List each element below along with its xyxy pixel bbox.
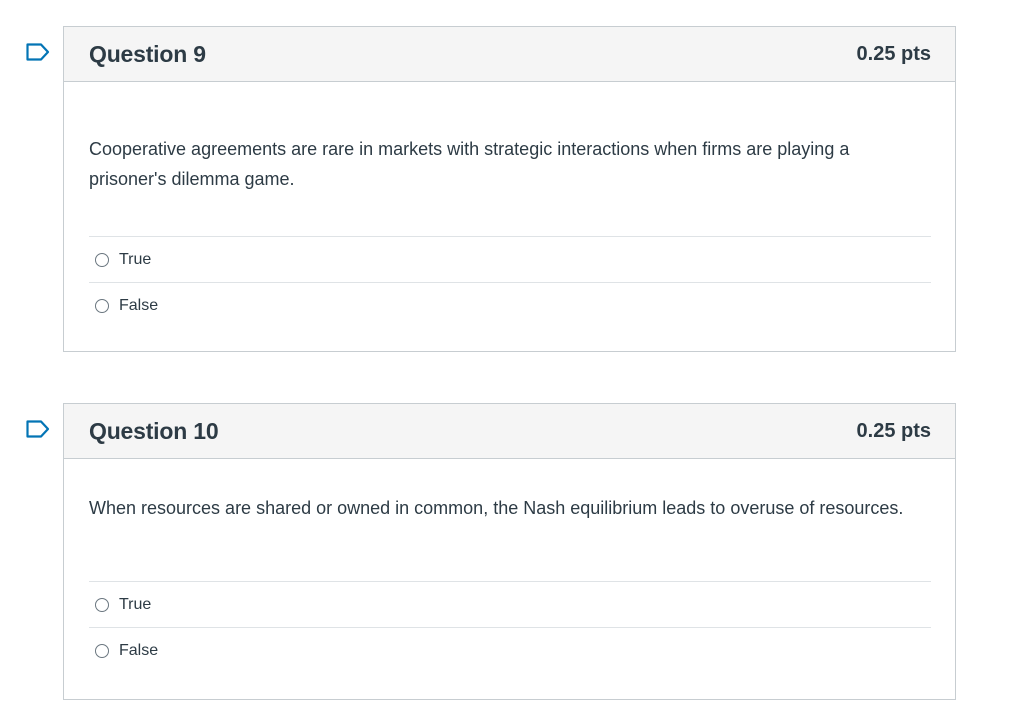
answer-option-true[interactable]: True	[89, 582, 931, 628]
radio-button[interactable]	[95, 299, 109, 313]
question-body: Cooperative agreements are rare in marke…	[64, 82, 955, 329]
answer-label[interactable]: True	[119, 251, 151, 269]
question-card-9: Question 9 0.25 pts Cooperative agreemen…	[26, 26, 956, 352]
answer-label[interactable]: True	[119, 596, 151, 614]
radio-button[interactable]	[95, 597, 109, 612]
radio-button[interactable]	[95, 644, 109, 658]
question-header: Question 10 0.25 pts	[64, 404, 955, 459]
question-text: When resources are shared or owned in co…	[89, 498, 904, 518]
answer-label[interactable]: False	[119, 297, 158, 315]
answer-option-false[interactable]: False	[89, 283, 931, 329]
question-points: 0.25 pts	[856, 420, 931, 442]
flag-question-icon[interactable]	[26, 420, 50, 438]
question-card-10: Question 10 0.25 pts When resources are …	[26, 403, 956, 700]
question-title: Question 10	[89, 418, 219, 444]
answer-list: True False	[89, 236, 931, 329]
answer-label[interactable]: False	[119, 642, 158, 660]
answer-list: True False	[89, 581, 931, 674]
question-header: Question 9 0.25 pts	[64, 27, 955, 82]
question-title: Question 9	[89, 41, 206, 67]
question-points: 0.25 pts	[856, 43, 931, 65]
flag-question-icon[interactable]	[26, 43, 50, 61]
answer-option-true[interactable]: True	[89, 237, 931, 283]
answer-option-false[interactable]: False	[89, 628, 931, 674]
radio-button[interactable]	[95, 252, 109, 267]
question-body: When resources are shared or owned in co…	[64, 459, 955, 674]
question-text: Cooperative agreements are rare in marke…	[89, 139, 850, 189]
